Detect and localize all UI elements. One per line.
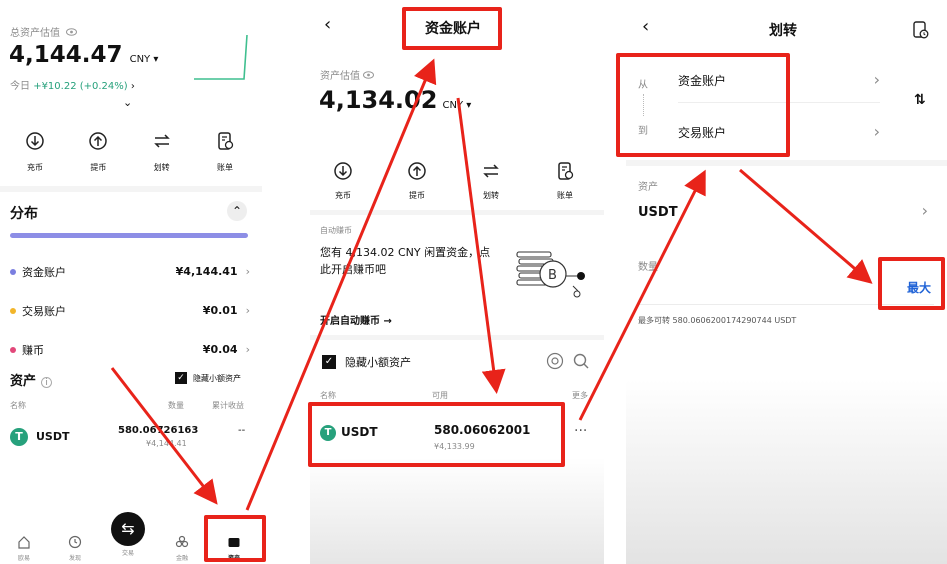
arrow-to-max bbox=[739, 168, 873, 284]
arrow-to-usdt-row bbox=[456, 97, 506, 394]
arrow-to-funding-title bbox=[245, 58, 437, 511]
arrow-to-assets-tab bbox=[110, 367, 218, 505]
annotation-arrows bbox=[110, 58, 873, 511]
arrow-to-from-to bbox=[578, 169, 706, 421]
